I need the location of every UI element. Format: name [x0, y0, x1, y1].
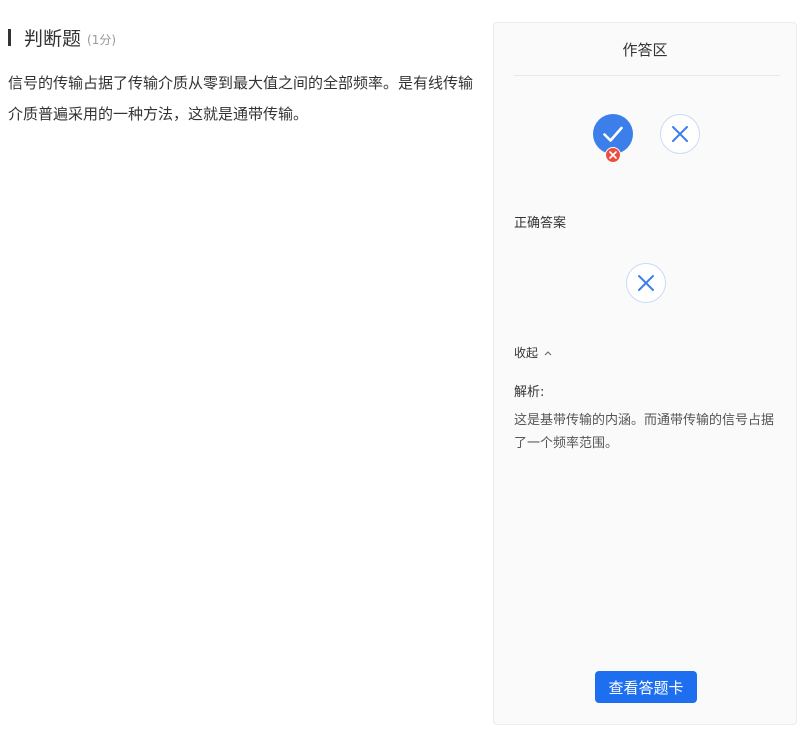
correct-answer-option	[626, 263, 666, 303]
panel-divider	[514, 75, 780, 76]
question-score: (1分)	[87, 33, 117, 47]
collapse-toggle[interactable]: 收起	[514, 344, 552, 361]
question-type-title: 判断题	[24, 28, 82, 50]
answer-panel: 作答区 正确答案 收起 解析: 这是基带传输的内涵。而通带传输的信号占据了一个频…	[493, 22, 797, 725]
wrong-badge	[605, 147, 621, 163]
correct-answer-label: 正确答案	[514, 216, 567, 231]
question-text: 信号的传输占据了传输介质从零到最大值之间的全部频率。是有线传输介质普遍采用的一种…	[8, 74, 474, 123]
cross-icon	[638, 275, 654, 291]
title-accent-bar	[8, 29, 11, 46]
chevron-up-icon	[544, 350, 552, 356]
view-answer-card-button[interactable]: 查看答题卡	[595, 671, 697, 703]
check-icon	[603, 126, 623, 142]
question-header: 判断题 (1分)	[8, 24, 116, 51]
analysis-label: 解析:	[514, 385, 545, 400]
analysis-text: 这是基带传输的内涵。而通带传输的信号占据了一个频率范围。	[514, 413, 775, 451]
wrong-cross-icon	[609, 151, 617, 159]
option-false-button[interactable]	[660, 114, 700, 154]
collapse-label: 收起	[514, 346, 539, 360]
panel-title: 作答区	[622, 41, 668, 59]
cross-icon	[672, 126, 688, 142]
